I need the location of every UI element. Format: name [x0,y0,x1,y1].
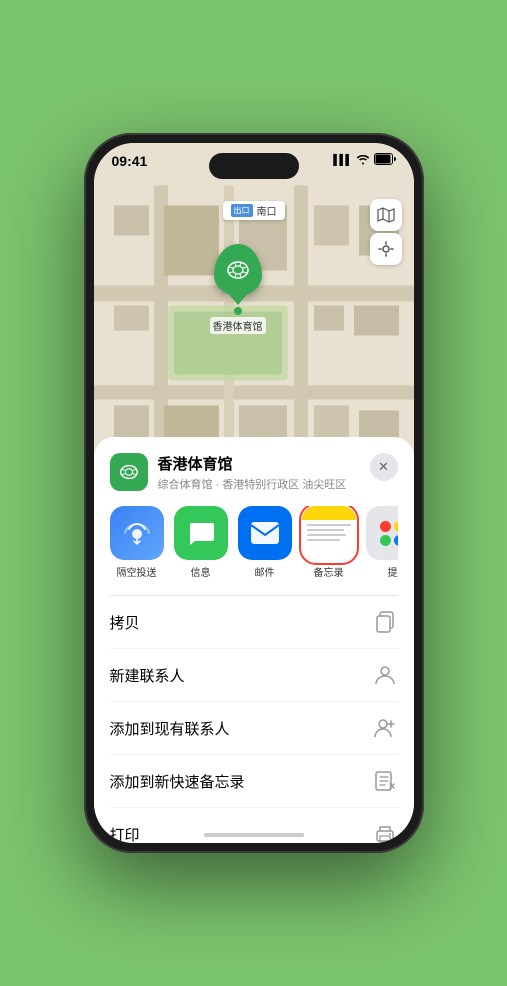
share-app-mail[interactable]: 邮件 [238,506,292,579]
share-app-messages[interactable]: 信息 [174,506,228,579]
mail-icon [238,506,292,560]
home-indicator [204,833,304,837]
close-button[interactable]: ✕ [370,453,398,481]
mail-label: 邮件 [255,564,275,579]
copy-icon [372,609,398,635]
print-icon [372,821,398,843]
add-existing-label: 添加到现有联系人 [110,718,230,739]
location-button[interactable] [370,233,402,265]
bottom-sheet: 香港体育馆 综合体育馆 · 香港特别行政区 油尖旺区 ✕ [94,437,414,843]
share-app-more[interactable]: 提 [366,506,398,579]
quick-note-icon [372,768,398,794]
wifi-icon [356,153,370,168]
marker-label: 香港体育馆 [210,317,266,334]
messages-label: 信息 [191,564,211,579]
signal-icon: ▌▌▌ [333,155,351,166]
share-apps-row: 隔空投送 信息 [110,506,398,579]
quick-note-label: 添加到新快速备忘录 [110,771,245,792]
new-contact-label: 新建联系人 [110,665,185,686]
map-entrance-label: 出口 南口 [223,201,285,220]
notes-label: 备忘录 [314,564,344,579]
map-controls [370,199,402,265]
action-list: 拷贝 新建联系人 [110,595,398,843]
location-header: 香港体育馆 综合体育馆 · 香港特别行政区 油尖旺区 ✕ [110,453,398,492]
map-type-button[interactable] [370,199,402,231]
notes-icon [302,506,356,560]
action-copy[interactable]: 拷贝 [110,596,398,649]
airdrop-label: 隔空投送 [117,564,157,579]
phone-screen: 09:41 ▌▌▌ [94,143,414,843]
action-print[interactable]: 打印 [110,808,398,843]
airdrop-icon [110,506,164,560]
location-icon [110,453,148,491]
share-app-notes[interactable]: 备忘录 [302,506,356,579]
messages-icon [174,506,228,560]
more-icon [366,506,398,560]
status-time: 09:41 [112,153,148,169]
share-app-airdrop[interactable]: 隔空投送 [110,506,164,579]
copy-label: 拷贝 [110,612,140,633]
new-contact-icon [372,662,398,688]
location-subtitle: 综合体育馆 · 香港特别行政区 油尖旺区 [158,476,370,492]
close-icon: ✕ [378,459,389,475]
status-icons: ▌▌▌ [333,153,395,168]
map-label-text: 南口 [257,203,277,218]
marker-pin [214,244,262,296]
add-existing-contact-icon [372,715,398,741]
location-marker: 香港体育馆 [210,244,266,334]
more-label: 提 [388,564,398,579]
dynamic-island [209,153,299,179]
action-add-quick-note[interactable]: 添加到新快速备忘录 [110,755,398,808]
stadium-icon [226,259,250,281]
phone-frame: 09:41 ▌▌▌ [84,133,424,853]
print-label: 打印 [110,824,140,844]
action-add-existing-contact[interactable]: 添加到现有联系人 [110,702,398,755]
location-name: 香港体育馆 [158,453,370,474]
action-new-contact[interactable]: 新建联系人 [110,649,398,702]
marker-dot [234,307,242,315]
battery-icon [374,153,396,168]
location-info: 香港体育馆 综合体育馆 · 香港特别行政区 油尖旺区 [158,453,370,492]
